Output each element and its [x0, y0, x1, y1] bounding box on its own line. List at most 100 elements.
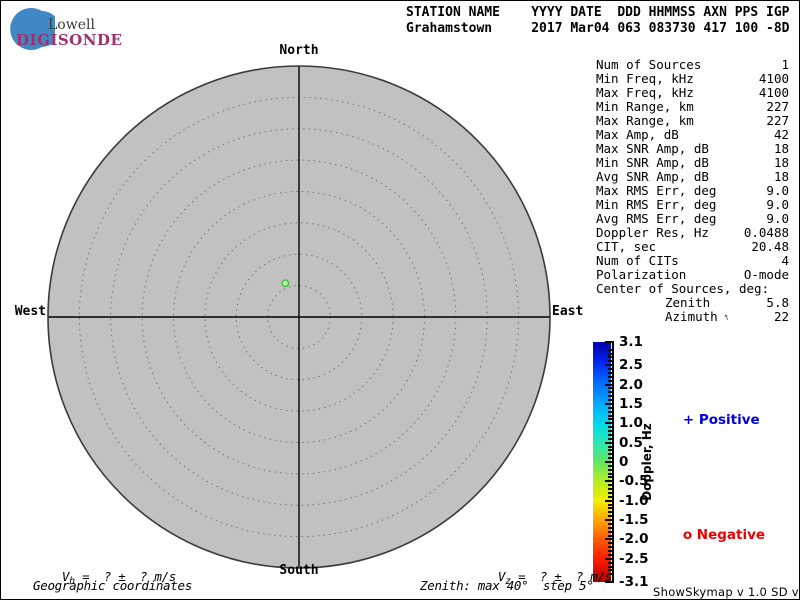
colorbar-minor-tick — [608, 356, 613, 359]
colorbar-minor-tick — [608, 368, 613, 371]
colorbar-minor-tick — [608, 418, 613, 421]
colorbar-minor-tick — [608, 468, 613, 471]
parameter-value: 227 — [766, 99, 789, 114]
colorbar-minor-tick — [608, 437, 613, 440]
legend-positive: + Positive — [664, 396, 760, 444]
parameter-row: Polarization O-mode — [596, 268, 789, 282]
measurement-parameters-panel: Num of Sources 1 Min Freq, kHz 4100 Max Freq… — [596, 58, 789, 324]
source-point — [281, 279, 290, 288]
colorbar-minor-tick — [608, 472, 613, 475]
colorbar-major-tick — [605, 461, 613, 463]
parameter-label: Doppler Res, Hz — [596, 225, 709, 240]
colorbar-minor-tick — [608, 433, 613, 436]
colorbar-minor-tick — [608, 453, 613, 456]
parameter-row: Center of Sources, deg: — [596, 282, 789, 296]
parameter-label: Num of Sources — [596, 57, 702, 72]
compass-label-west: West — [14, 304, 46, 319]
colorbar-tick-label: -3.1 — [619, 574, 649, 590]
colorbar-minor-tick — [608, 395, 613, 398]
colorbar-minor-tick — [608, 534, 613, 537]
compass-label-south: South — [279, 563, 319, 578]
parameter-value: 4100 — [758, 85, 789, 100]
circle-marker-icon: o — [682, 527, 693, 543]
colorbar-minor-tick — [608, 426, 613, 429]
legend-negative-label: Negative — [696, 527, 766, 543]
parameter-label: Azimuth ↑ — [665, 309, 732, 326]
colorbar-minor-tick — [608, 348, 613, 351]
parameter-value: 42 — [773, 127, 789, 142]
colorbar-tick-label: -1.5 — [619, 512, 649, 529]
colorbar-major-tick — [605, 364, 613, 367]
colorbar-minor-tick — [608, 507, 613, 510]
parameter-value: 9.0 — [766, 183, 789, 198]
colorbar-major-tick — [605, 402, 613, 405]
parameter-row: Max SNR Amp, dB 18 — [596, 142, 789, 156]
parameter-value: 5.8 — [766, 295, 789, 310]
compass-label-north: North — [279, 43, 319, 58]
parameter-row: Azimuth ↑ 22 — [596, 310, 789, 324]
parameter-row: Max Range, km 227 — [596, 114, 789, 128]
parameter-label: Max Amp, dB — [596, 127, 679, 142]
colorbar-tick-label: 2.5 — [619, 357, 643, 374]
colorbar-minor-tick — [608, 399, 613, 402]
plus-marker-icon: + — [682, 412, 695, 428]
parameter-label: Avg RMS Err, deg — [596, 211, 717, 226]
colorbar-minor-tick — [608, 491, 613, 494]
colorbar-minor-tick — [608, 526, 613, 529]
parameter-row: Avg SNR Amp, dB 18 — [596, 170, 789, 184]
colorbar-major-tick — [605, 480, 613, 483]
parameter-label: CIT, sec — [596, 239, 657, 254]
parameter-value: 0.0488 — [743, 225, 789, 240]
parameter-row: Min SNR Amp, dB 18 — [596, 156, 789, 170]
vertical-velocity-readout: Vz = ? ± ? m/s — [469, 554, 612, 599]
parameter-label: Max Freq, kHz — [596, 85, 694, 100]
parameter-value: 4 — [781, 253, 789, 268]
parameter-row: Max Freq, kHz 4100 — [596, 86, 789, 100]
parameter-label: Zenith — [665, 295, 711, 310]
colorbar-minor-tick — [608, 379, 613, 382]
parameter-value: O-mode — [743, 267, 789, 282]
colorbar-minor-tick — [608, 360, 613, 363]
parameter-row: Min Range, km 227 — [596, 100, 789, 114]
parameter-row: Zenith 5.8 — [596, 296, 789, 310]
colorbar-major-tick — [605, 519, 613, 522]
skymap-window: Lowell DIGISONDE STATION NAME YYYY DATE … — [0, 0, 800, 600]
colorbar-minor-tick — [608, 550, 613, 553]
parameter-value: 20.48 — [751, 239, 789, 254]
colorbar-tick-label: 1.5 — [619, 395, 643, 412]
parameter-value: 18 — [773, 141, 789, 156]
colorbar-minor-tick — [608, 391, 613, 394]
colorbar-major-tick — [605, 383, 613, 386]
colorbar-tick-label: -2.5 — [619, 550, 649, 567]
parameter-label: Min Range, km — [596, 99, 694, 114]
legend-positive-label: Positive — [698, 412, 760, 428]
parameter-label: Polarization — [596, 267, 687, 282]
parameter-label: Min RMS Err, deg — [596, 197, 717, 212]
parameter-value: 18 — [773, 169, 789, 184]
colorbar-minor-tick — [608, 445, 613, 448]
colorbar-major-tick — [605, 422, 613, 425]
parameter-value: 4100 — [758, 71, 789, 86]
parameter-label: Max RMS Err, deg — [596, 183, 717, 198]
zenith-scale-note: Zenith: max 40° step 5° — [420, 578, 594, 593]
colorbar-minor-tick — [608, 511, 613, 514]
legend-negative: o Negative — [664, 511, 765, 559]
parameter-label: Min Freq, kHz — [596, 71, 694, 86]
parameter-label: Min SNR Amp, dB — [596, 155, 709, 170]
compass-label-east: East — [552, 304, 584, 319]
colorbar-tick-label: 2.0 — [619, 376, 643, 393]
colorbar-tick-label: 3.1 — [619, 334, 643, 350]
software-version: ShowSkymap v 1.0 SD v 5.1 — [653, 585, 799, 599]
colorbar-minor-tick — [608, 476, 613, 479]
parameter-row: Min RMS Err, deg 9.0 — [596, 198, 789, 212]
colorbar-minor-tick — [608, 414, 613, 417]
colorbar-minor-tick — [608, 387, 613, 390]
parameter-label: Max SNR Amp, dB — [596, 141, 709, 156]
colorbar-minor-tick — [608, 406, 613, 409]
parameter-value: 227 — [766, 113, 789, 128]
colorbar-minor-tick — [608, 375, 613, 378]
colorbar-tick-label: -2.0 — [619, 531, 649, 548]
colorbar-minor-tick — [608, 430, 613, 433]
parameter-row: CIT, sec 20.48 — [596, 240, 789, 254]
colorbar-minor-tick — [608, 457, 613, 460]
